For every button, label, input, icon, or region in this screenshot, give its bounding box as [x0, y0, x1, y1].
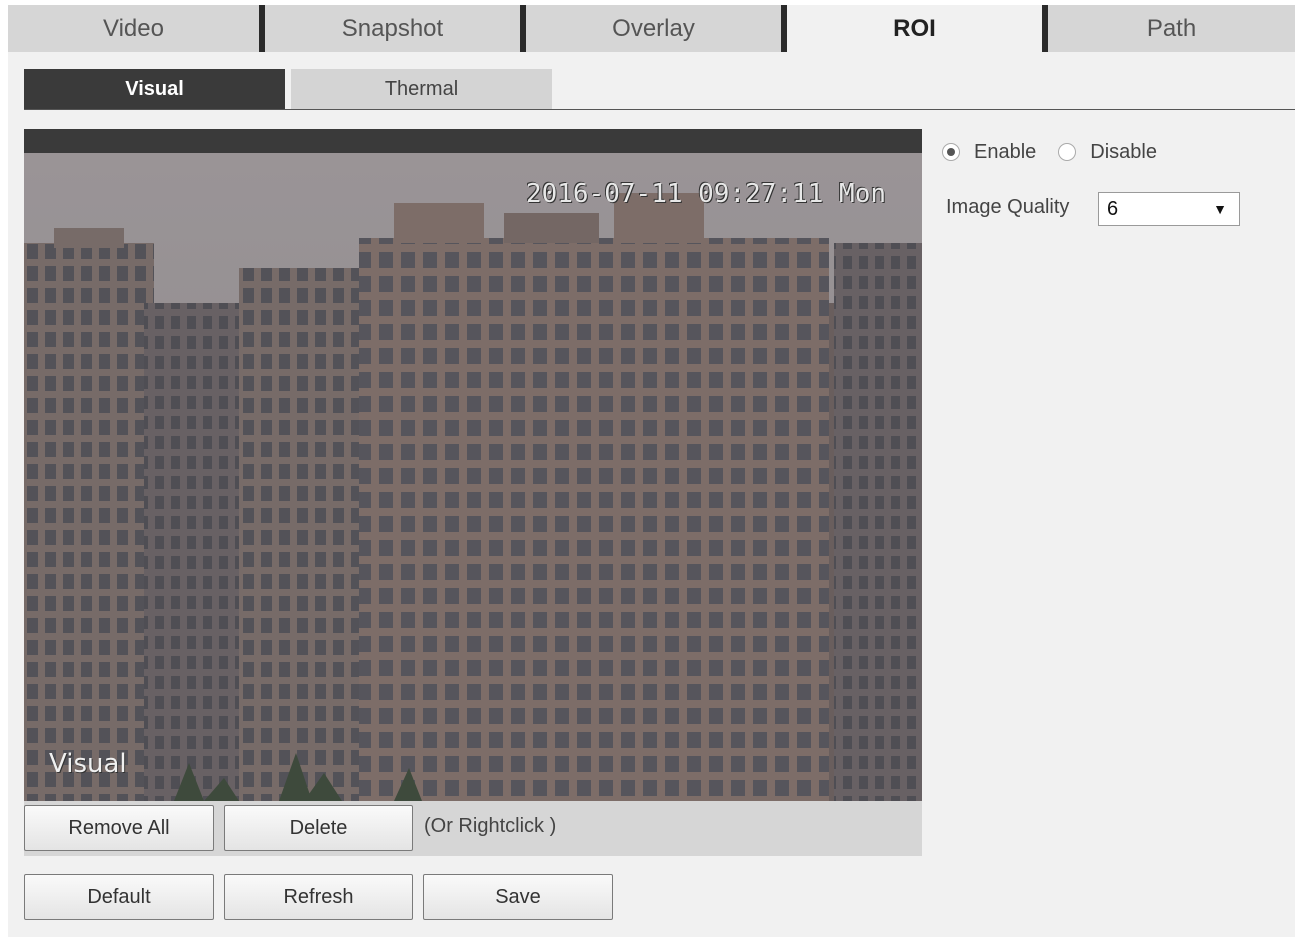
- tab-path[interactable]: Path: [1048, 5, 1295, 52]
- radio-unchecked-icon[interactable]: [1058, 143, 1077, 161]
- image-quality-value: 6: [1107, 197, 1119, 220]
- image-quality-select[interactable]: 6 ▼: [1098, 192, 1240, 226]
- tab-video[interactable]: Video: [8, 5, 259, 52]
- rightclick-hint: (Or Rightclick ): [424, 815, 557, 837]
- subtab-thermal[interactable]: Thermal: [291, 69, 552, 109]
- video-timestamp: 2016-07-11 09:27:11 Mon: [525, 179, 886, 209]
- main-tabs: Video Snapshot Overlay ROI Path: [8, 5, 1295, 52]
- tab-snapshot[interactable]: Snapshot: [265, 5, 520, 52]
- channel-label: Visual: [49, 749, 127, 779]
- video-preview[interactable]: 2016-07-11 09:27:11 Mon Visual: [24, 129, 922, 801]
- chevron-down-icon: ▼: [1213, 201, 1227, 217]
- enable-label[interactable]: Enable: [974, 141, 1036, 164]
- image-quality-label: Image Quality: [946, 196, 1070, 218]
- tab-overlay[interactable]: Overlay: [526, 5, 781, 52]
- default-button[interactable]: Default: [24, 874, 214, 920]
- subtab-divider: [24, 109, 1295, 110]
- refresh-button[interactable]: Refresh: [224, 874, 413, 920]
- save-button[interactable]: Save: [423, 874, 613, 920]
- subtab-visual[interactable]: Visual: [24, 69, 285, 109]
- disable-label[interactable]: Disable: [1090, 141, 1157, 164]
- roi-enable-group: Enable Disable: [942, 138, 1179, 166]
- delete-button[interactable]: Delete: [224, 805, 413, 851]
- video-title-bar: [24, 129, 922, 153]
- camera-scene-image: [24, 153, 922, 801]
- remove-all-button[interactable]: Remove All: [24, 805, 214, 851]
- radio-checked-icon[interactable]: [942, 143, 960, 161]
- tab-roi[interactable]: ROI: [787, 5, 1042, 52]
